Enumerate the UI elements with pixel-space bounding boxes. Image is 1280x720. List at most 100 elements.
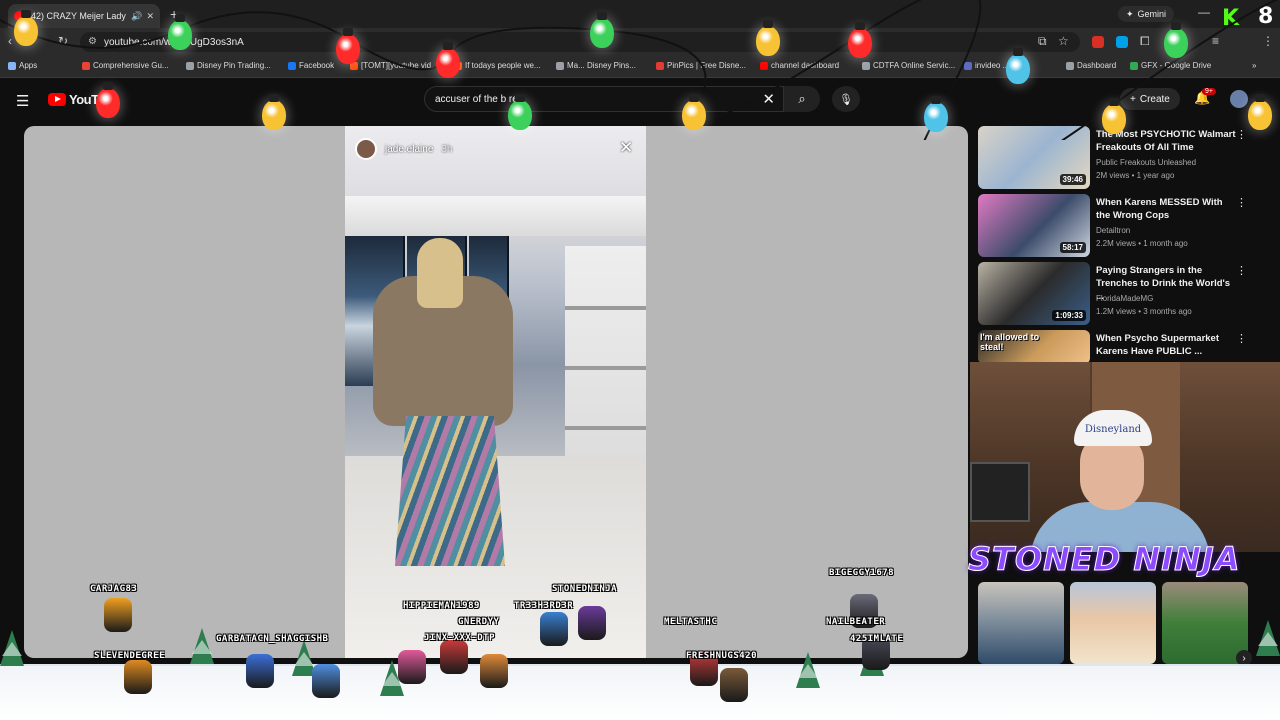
more-options-icon[interactable]: ⋮	[1236, 332, 1247, 345]
video-thumbnail[interactable]: 39:46	[978, 126, 1090, 189]
christmas-bulb-icon	[1102, 98, 1126, 134]
gemini-button[interactable]: ✦ Gemini	[1118, 6, 1175, 22]
short-thumbnail[interactable]	[1070, 582, 1156, 664]
viewer-name-label: GNERDYY	[458, 617, 500, 627]
reload-icon[interactable]: ↻	[58, 34, 68, 48]
account-avatar[interactable]	[1230, 90, 1248, 108]
video-player[interactable]: jade.elaine 3h ✕	[24, 126, 968, 658]
bookmark-item[interactable]: Comprehensive Gu...	[82, 61, 169, 70]
clear-search-icon[interactable]: ✕	[762, 90, 775, 108]
more-options-icon[interactable]: ⋮	[1236, 196, 1247, 209]
tab-close-icon[interactable]: ✕	[146, 11, 154, 22]
short-thumbnail[interactable]	[1162, 582, 1248, 664]
christmas-bulb-icon	[1248, 94, 1272, 130]
kick-viewer-count: 8	[1258, 4, 1274, 29]
site-info-icon[interactable]: ⚙	[88, 36, 97, 47]
woman-head	[417, 238, 463, 308]
install-app-icon[interactable]: ⧉	[1038, 34, 1047, 49]
christmas-bulb-icon	[336, 28, 360, 64]
viewer-avatar-sprite	[246, 654, 274, 688]
christmas-bulb-icon	[436, 42, 460, 78]
youtube-play-icon	[48, 93, 66, 106]
video-thumbnail[interactable]: I'm allowed to steal!	[978, 330, 1090, 364]
browser-menu-icon[interactable]: ⋮	[1262, 34, 1274, 48]
bookmark-item[interactable]: Dashboard	[1066, 61, 1116, 70]
search-input[interactable]: accuser of the b ren ✕	[424, 86, 784, 112]
create-button[interactable]: + Create	[1120, 88, 1180, 110]
window-minimize-button[interactable]: —	[1198, 5, 1210, 19]
bookmark-item[interactable]: GFX - Google Drive	[1130, 61, 1211, 70]
background-monitor	[970, 462, 1030, 522]
short-thumbnail[interactable]	[978, 582, 1064, 664]
recommended-video[interactable]: 39:46 The Most PSYCHOTIC Walmart Freakout…	[978, 126, 1268, 190]
video-duration: 1:09:33	[1052, 310, 1086, 321]
shelf-board	[565, 426, 646, 430]
bookmark-item[interactable]: Apps	[8, 61, 37, 70]
video-thumbnail[interactable]: 58:17	[978, 194, 1090, 257]
bookmark-item[interactable]: [TOMT][youtube vid...	[350, 61, 438, 70]
extension-icon[interactable]	[1116, 36, 1128, 48]
bookmark-favicon-icon	[1066, 61, 1074, 70]
search-button[interactable]: ⌕	[784, 86, 820, 112]
tab-audio-icon[interactable]: 🔊	[131, 11, 142, 22]
story-header: jade.elaine 3h	[355, 138, 453, 160]
bookmark-item[interactable]: Ma... Disney Pins...	[556, 61, 636, 70]
viewer-avatar-sprite	[480, 654, 508, 688]
shorts-shelf: ›	[978, 582, 1268, 666]
patterned-skirt	[395, 416, 505, 566]
youtube-logo[interactable]: YouT	[48, 92, 99, 107]
instagram-story-frame: jade.elaine 3h ✕	[345, 126, 646, 658]
bookmark-item[interactable]: If todays people we...	[454, 61, 541, 70]
snow-ground	[0, 664, 1280, 720]
story-close-icon[interactable]: ✕	[619, 138, 633, 158]
thumbnail-caption: I'm allowed to steal!	[980, 332, 1040, 352]
more-options-icon[interactable]: ⋮	[1236, 128, 1247, 141]
christmas-bulb-icon	[508, 94, 532, 130]
video-thumbnail[interactable]: 1:09:33	[978, 262, 1090, 325]
christmas-bulb-icon	[168, 14, 192, 50]
bookmark-label: [TOMT][youtube vid...	[361, 61, 438, 70]
bookmark-item[interactable]: Facebook	[288, 61, 334, 70]
menu-hamburger-icon[interactable]: ☰	[16, 92, 29, 110]
recommended-video[interactable]: 1:09:33 Paying Strangers in the Trenches …	[978, 262, 1268, 326]
bookmark-favicon-icon	[964, 61, 972, 70]
pine-tree-icon	[190, 628, 214, 664]
christmas-bulb-icon	[262, 94, 286, 130]
recommended-video[interactable]: I'm allowed to steal! When Psycho Superma…	[978, 330, 1268, 364]
pine-tree-icon	[1256, 620, 1280, 656]
extension-icon[interactable]	[1092, 36, 1104, 48]
bookmark-label: Ma... Disney Pins...	[567, 61, 636, 70]
tab-search-icon[interactable]: ≡	[1212, 34, 1219, 48]
streamer-webcam: Disneyland	[970, 362, 1280, 552]
bookmark-favicon-icon	[186, 61, 194, 70]
bookmark-favicon-icon	[656, 61, 664, 70]
video-title: When Psycho Supermarket Karens Have PUBL…	[1096, 333, 1220, 357]
recommended-video[interactable]: 58:17 When Karens MESSED With the Wrong C…	[978, 194, 1268, 258]
bookmark-item[interactable]: channel dashboard	[760, 61, 839, 70]
viewer-avatar-sprite	[440, 640, 468, 674]
bookmark-item[interactable]: CDTFA Online Servic...	[862, 61, 955, 70]
bookmark-star-icon[interactable]: ☆	[1058, 34, 1069, 48]
viewer-avatar-sprite	[104, 598, 132, 632]
bookmark-label: Dashboard	[1077, 61, 1117, 70]
viewer-avatar-sprite	[312, 664, 340, 698]
viewer-name-label: STONEDNINJA	[552, 584, 618, 594]
channel-name: Public Freakouts Unleashed	[1096, 158, 1197, 167]
bookmark-item[interactable]: Disney Pin Trading...	[186, 61, 271, 70]
story-username: jade.elaine	[385, 143, 434, 155]
voice-search-button[interactable]: 🎙	[832, 86, 860, 112]
pine-tree-icon	[796, 652, 820, 688]
bookmarks-overflow-icon[interactable]: »	[1252, 61, 1256, 70]
bookmark-favicon-icon	[1130, 61, 1138, 70]
christmas-bulb-icon	[756, 20, 780, 56]
more-options-icon[interactable]: ⋮	[1236, 264, 1247, 277]
video-meta: 1.2M views • 3 months ago	[1096, 307, 1192, 316]
bookmark-favicon-icon	[862, 61, 870, 70]
extensions-puzzle-icon[interactable]: ⧠	[1140, 34, 1150, 49]
bookmark-label: Facebook	[299, 61, 335, 70]
shelf-board	[565, 366, 646, 370]
viewer-avatar-sprite	[398, 650, 426, 684]
back-icon[interactable]: ‹	[8, 34, 12, 48]
address-bar[interactable]: ⚙ youtube.com/w =cvUgD3os3nA	[80, 32, 1080, 52]
bookmark-item[interactable]: PinPics | Free Disne...	[656, 61, 746, 70]
